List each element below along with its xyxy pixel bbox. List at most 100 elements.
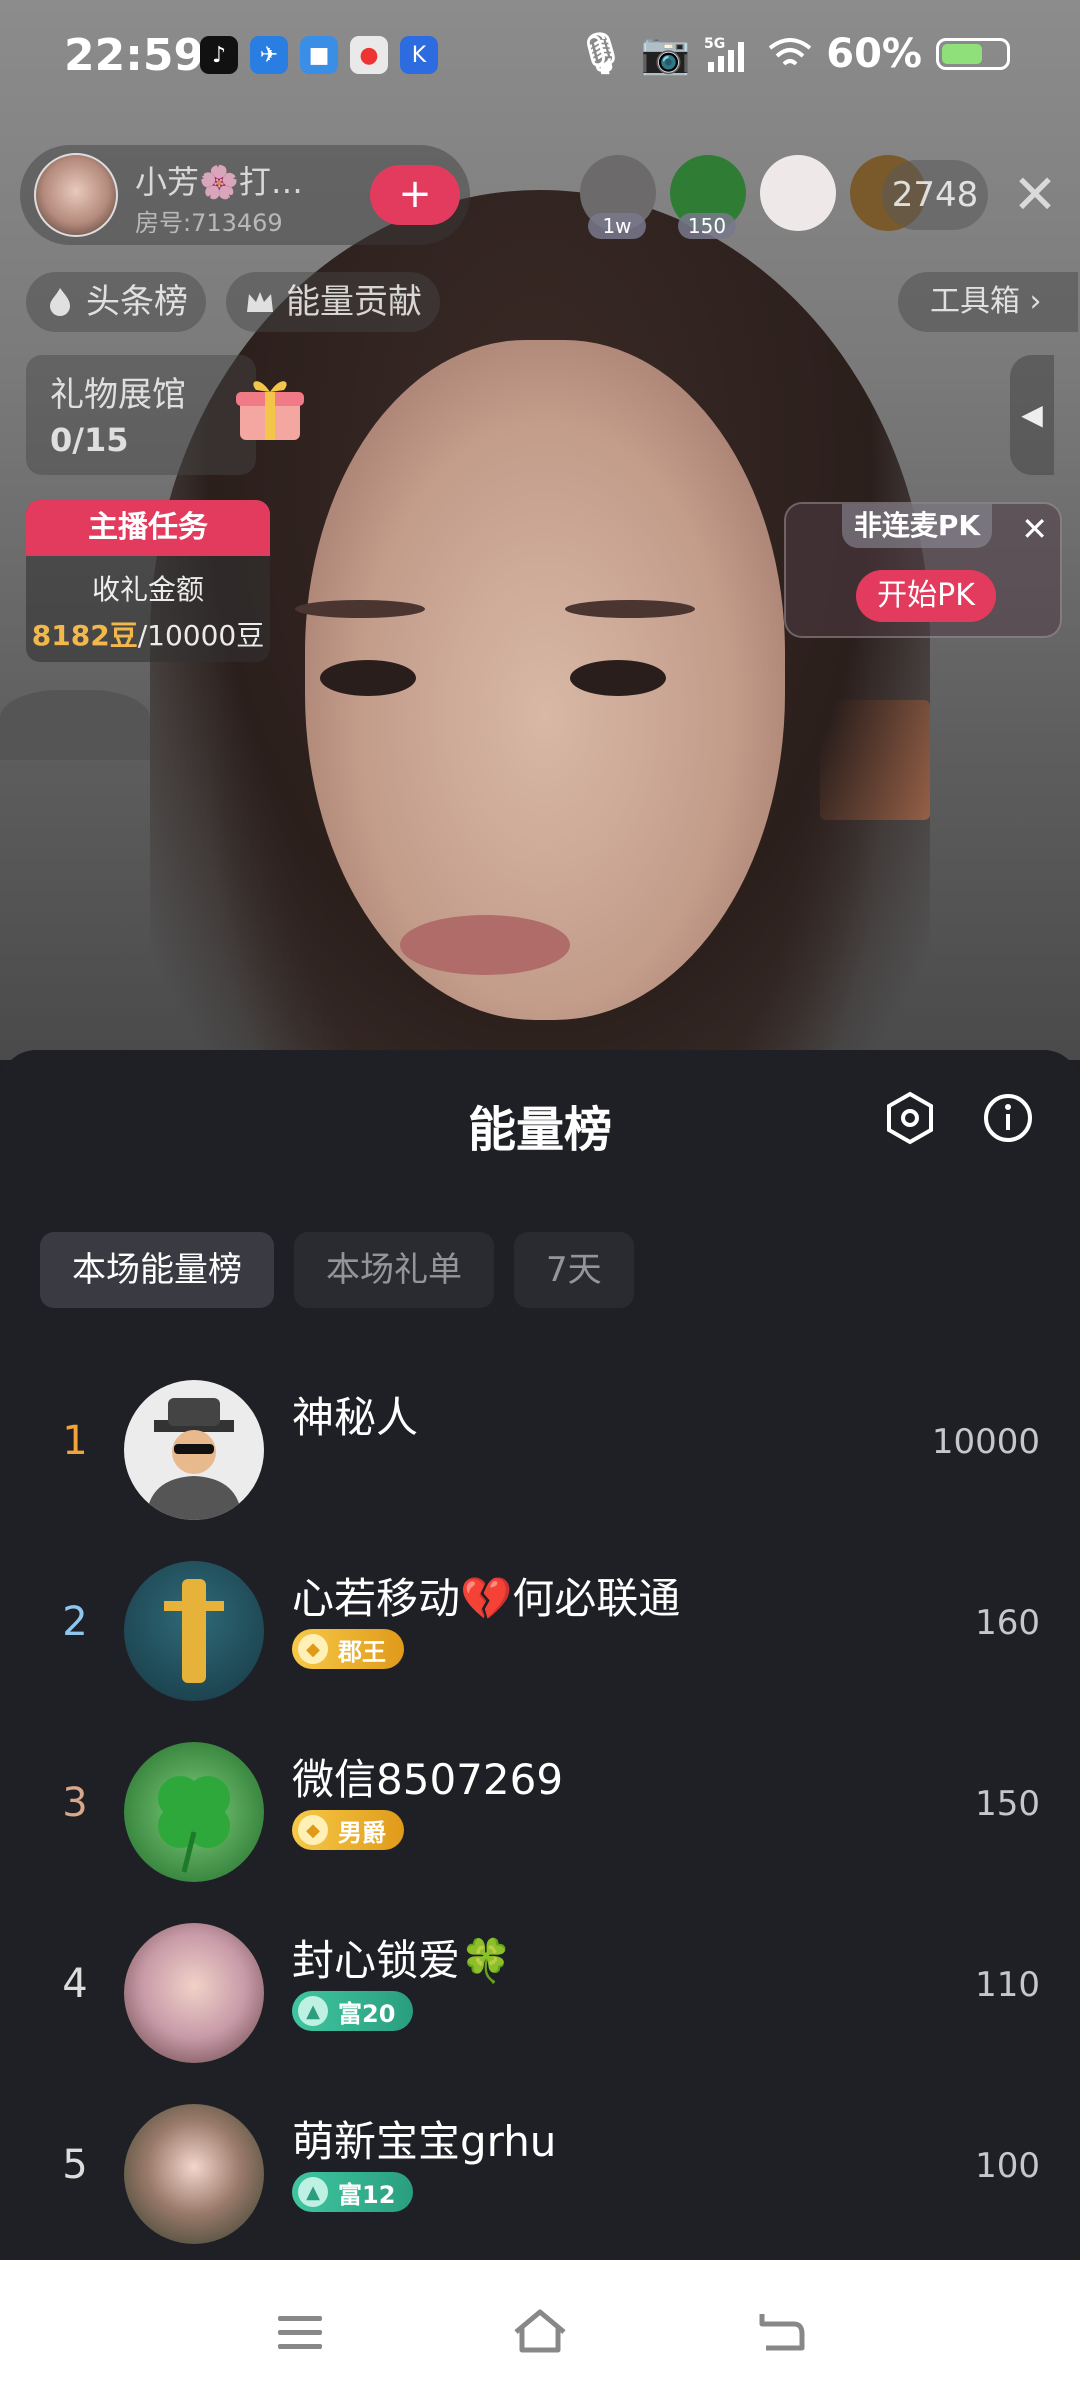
- diamond-icon: ◆: [298, 1634, 328, 1664]
- user-name: 心若移动💔何必联通: [292, 1574, 681, 1623]
- rank-number: 5: [62, 2142, 88, 2188]
- energy-ranking-sheet: 能量榜 本场能量榜 本场礼单 7天 1 神秘人 10000 2 心若移动💔何必联…: [0, 1050, 1080, 2260]
- top-viewers: 1w 150: [580, 155, 926, 239]
- user-name: 萌新宝宝grhu: [292, 2117, 557, 2166]
- eyebrow-left: [295, 600, 425, 618]
- mystery-person-icon: [146, 1398, 242, 1520]
- app-icon: ●: [350, 36, 388, 74]
- home-icon[interactable]: [508, 2300, 572, 2364]
- gift-hall-card[interactable]: 礼物展馆 0/15: [26, 355, 256, 475]
- headline-rank-button[interactable]: 头条榜: [26, 272, 206, 332]
- gift-icon: [236, 381, 304, 440]
- eye-left: [320, 660, 416, 696]
- diamond-icon: ◆: [298, 1815, 328, 1845]
- user-wealth-badge: ▲ 富20: [292, 1991, 414, 2031]
- app-icon: ✈: [250, 36, 288, 74]
- settings-hexagon-icon[interactable]: [880, 1088, 940, 1148]
- tab-current-gifts[interactable]: 本场礼单: [294, 1232, 494, 1308]
- tab-current-energy[interactable]: 本场能量榜: [40, 1232, 274, 1308]
- rank-number: 4: [62, 1961, 88, 2007]
- tiktok-icon: ♪: [200, 36, 238, 74]
- user-wealth-label: 富12: [338, 2180, 396, 2209]
- toolbox-button[interactable]: 工具箱 ›: [898, 272, 1078, 332]
- host-task-progress: 8182豆/10000豆: [26, 614, 270, 654]
- host-task-card[interactable]: 主播任务 收礼金额 8182豆/10000豆: [26, 500, 270, 662]
- info-icon[interactable]: [978, 1088, 1038, 1148]
- pk-card: 非连麦PK ✕ 开始PK: [784, 502, 1062, 638]
- start-pk-button[interactable]: 开始PK: [856, 570, 996, 622]
- user-name: 封心锁爱🍀: [292, 1936, 513, 1985]
- host-task-label: 收礼金额: [91, 573, 204, 606]
- avatar[interactable]: [124, 2104, 264, 2244]
- viewer-avatar[interactable]: 150: [670, 155, 746, 239]
- user-score: 110: [975, 1965, 1040, 2005]
- avatar[interactable]: [124, 1742, 264, 1882]
- viewer-avatar[interactable]: [760, 155, 836, 231]
- ranking-row[interactable]: 4 封心锁爱🍀 ▲ 富20 110: [0, 1903, 1080, 2084]
- ranking-row[interactable]: 2 心若移动💔何必联通 ◆ 郡王 160: [0, 1541, 1080, 1722]
- viewer-badge: 150: [678, 213, 736, 239]
- user-wealth-label: 富20: [338, 1999, 396, 2028]
- headline-rank-label: 头条榜: [86, 282, 188, 322]
- signal-icon: 5G: [704, 36, 745, 72]
- lamp-decoration: [0, 690, 150, 760]
- crown-icon: [247, 292, 273, 312]
- app-icon: K: [400, 36, 438, 74]
- avatar[interactable]: [124, 1561, 264, 1701]
- status-right: 🎙 📷 5G 60%: [576, 30, 1010, 77]
- pk-close-icon[interactable]: ✕: [1021, 510, 1048, 548]
- gift-hall-title: 礼物展馆: [50, 375, 186, 415]
- tab-7-days[interactable]: 7天: [514, 1232, 634, 1308]
- avatar[interactable]: [124, 1923, 264, 2063]
- svg-text:5G: 5G: [704, 36, 725, 52]
- side-panel-toggle[interactable]: ◀: [1010, 355, 1054, 475]
- host-avatar[interactable]: [34, 153, 118, 237]
- status-bar: 22:59 ♪ ✈ ■ ● K 🎙 📷 5G 60%: [0, 0, 1080, 110]
- viewer-badge: 1w: [588, 213, 646, 239]
- rank-number: 1: [62, 1418, 88, 1464]
- user-level-label: 郡王: [338, 1637, 386, 1666]
- rank-number: 3: [62, 1780, 88, 1826]
- ranking-list: 1 神秘人 10000 2 心若移动💔何必联通 ◆ 郡王 160 3 微信850…: [0, 1360, 1080, 2265]
- host-task-title: 主播任务: [26, 500, 270, 556]
- calligraphy-avatar-icon: [164, 1579, 224, 1683]
- user-wealth-badge: ▲ 富12: [292, 2172, 414, 2212]
- menu-icon[interactable]: [268, 2300, 332, 2364]
- clover-icon: [158, 1776, 230, 1873]
- close-icon[interactable]: ✕: [1005, 165, 1065, 225]
- user-name: 神秘人: [292, 1393, 419, 1442]
- follow-button[interactable]: +: [370, 165, 460, 225]
- ranking-row[interactable]: 1 神秘人 10000: [0, 1360, 1080, 1541]
- back-icon[interactable]: [748, 2300, 812, 2364]
- gift-hall-count: 0/15: [50, 421, 129, 459]
- pk-tag: 非连麦PK: [842, 504, 992, 548]
- room-id: 房号:713469: [135, 209, 283, 237]
- viewer-avatar[interactable]: 1w: [580, 155, 656, 239]
- ranking-row[interactable]: 3 微信8507269 ◆ 男爵 150: [0, 1722, 1080, 1903]
- user-score: 100: [975, 2146, 1040, 2186]
- flame-icon: [50, 288, 70, 316]
- rank-number: 2: [62, 1599, 88, 1645]
- avatar[interactable]: [124, 1380, 264, 1520]
- status-time: 22:59: [64, 30, 205, 81]
- host-name: 小芳🌸打…: [135, 163, 303, 201]
- triangle-icon: ▲: [298, 1996, 328, 2026]
- eyebrow-right: [565, 600, 695, 618]
- viewer-count[interactable]: 2748: [882, 160, 988, 230]
- mouth-shape: [400, 915, 570, 975]
- energy-contribution-button[interactable]: 能量贡献: [226, 272, 440, 332]
- user-score: 160: [975, 1603, 1040, 1643]
- user-level-label: 男爵: [338, 1818, 386, 1847]
- wifi-icon: [769, 37, 812, 65]
- energy-contribution-label: 能量贡献: [286, 282, 422, 322]
- user-name: 微信8507269: [292, 1755, 564, 1804]
- triangle-icon: ▲: [298, 2177, 328, 2207]
- app-icon: ■: [300, 36, 338, 74]
- host-card[interactable]: 小芳🌸打… 房号:713469 +: [20, 145, 470, 245]
- ranking-row[interactable]: 5 萌新宝宝grhu ▲ 富12 100: [0, 2084, 1080, 2265]
- user-level-badge: ◆ 男爵: [292, 1810, 404, 1850]
- user-level-badge: ◆ 郡王: [292, 1629, 404, 1669]
- battery-percent: 60%: [826, 30, 922, 77]
- sheet-tabs: 本场能量榜 本场礼单 7天: [40, 1232, 634, 1308]
- user-score: 10000: [931, 1422, 1040, 1462]
